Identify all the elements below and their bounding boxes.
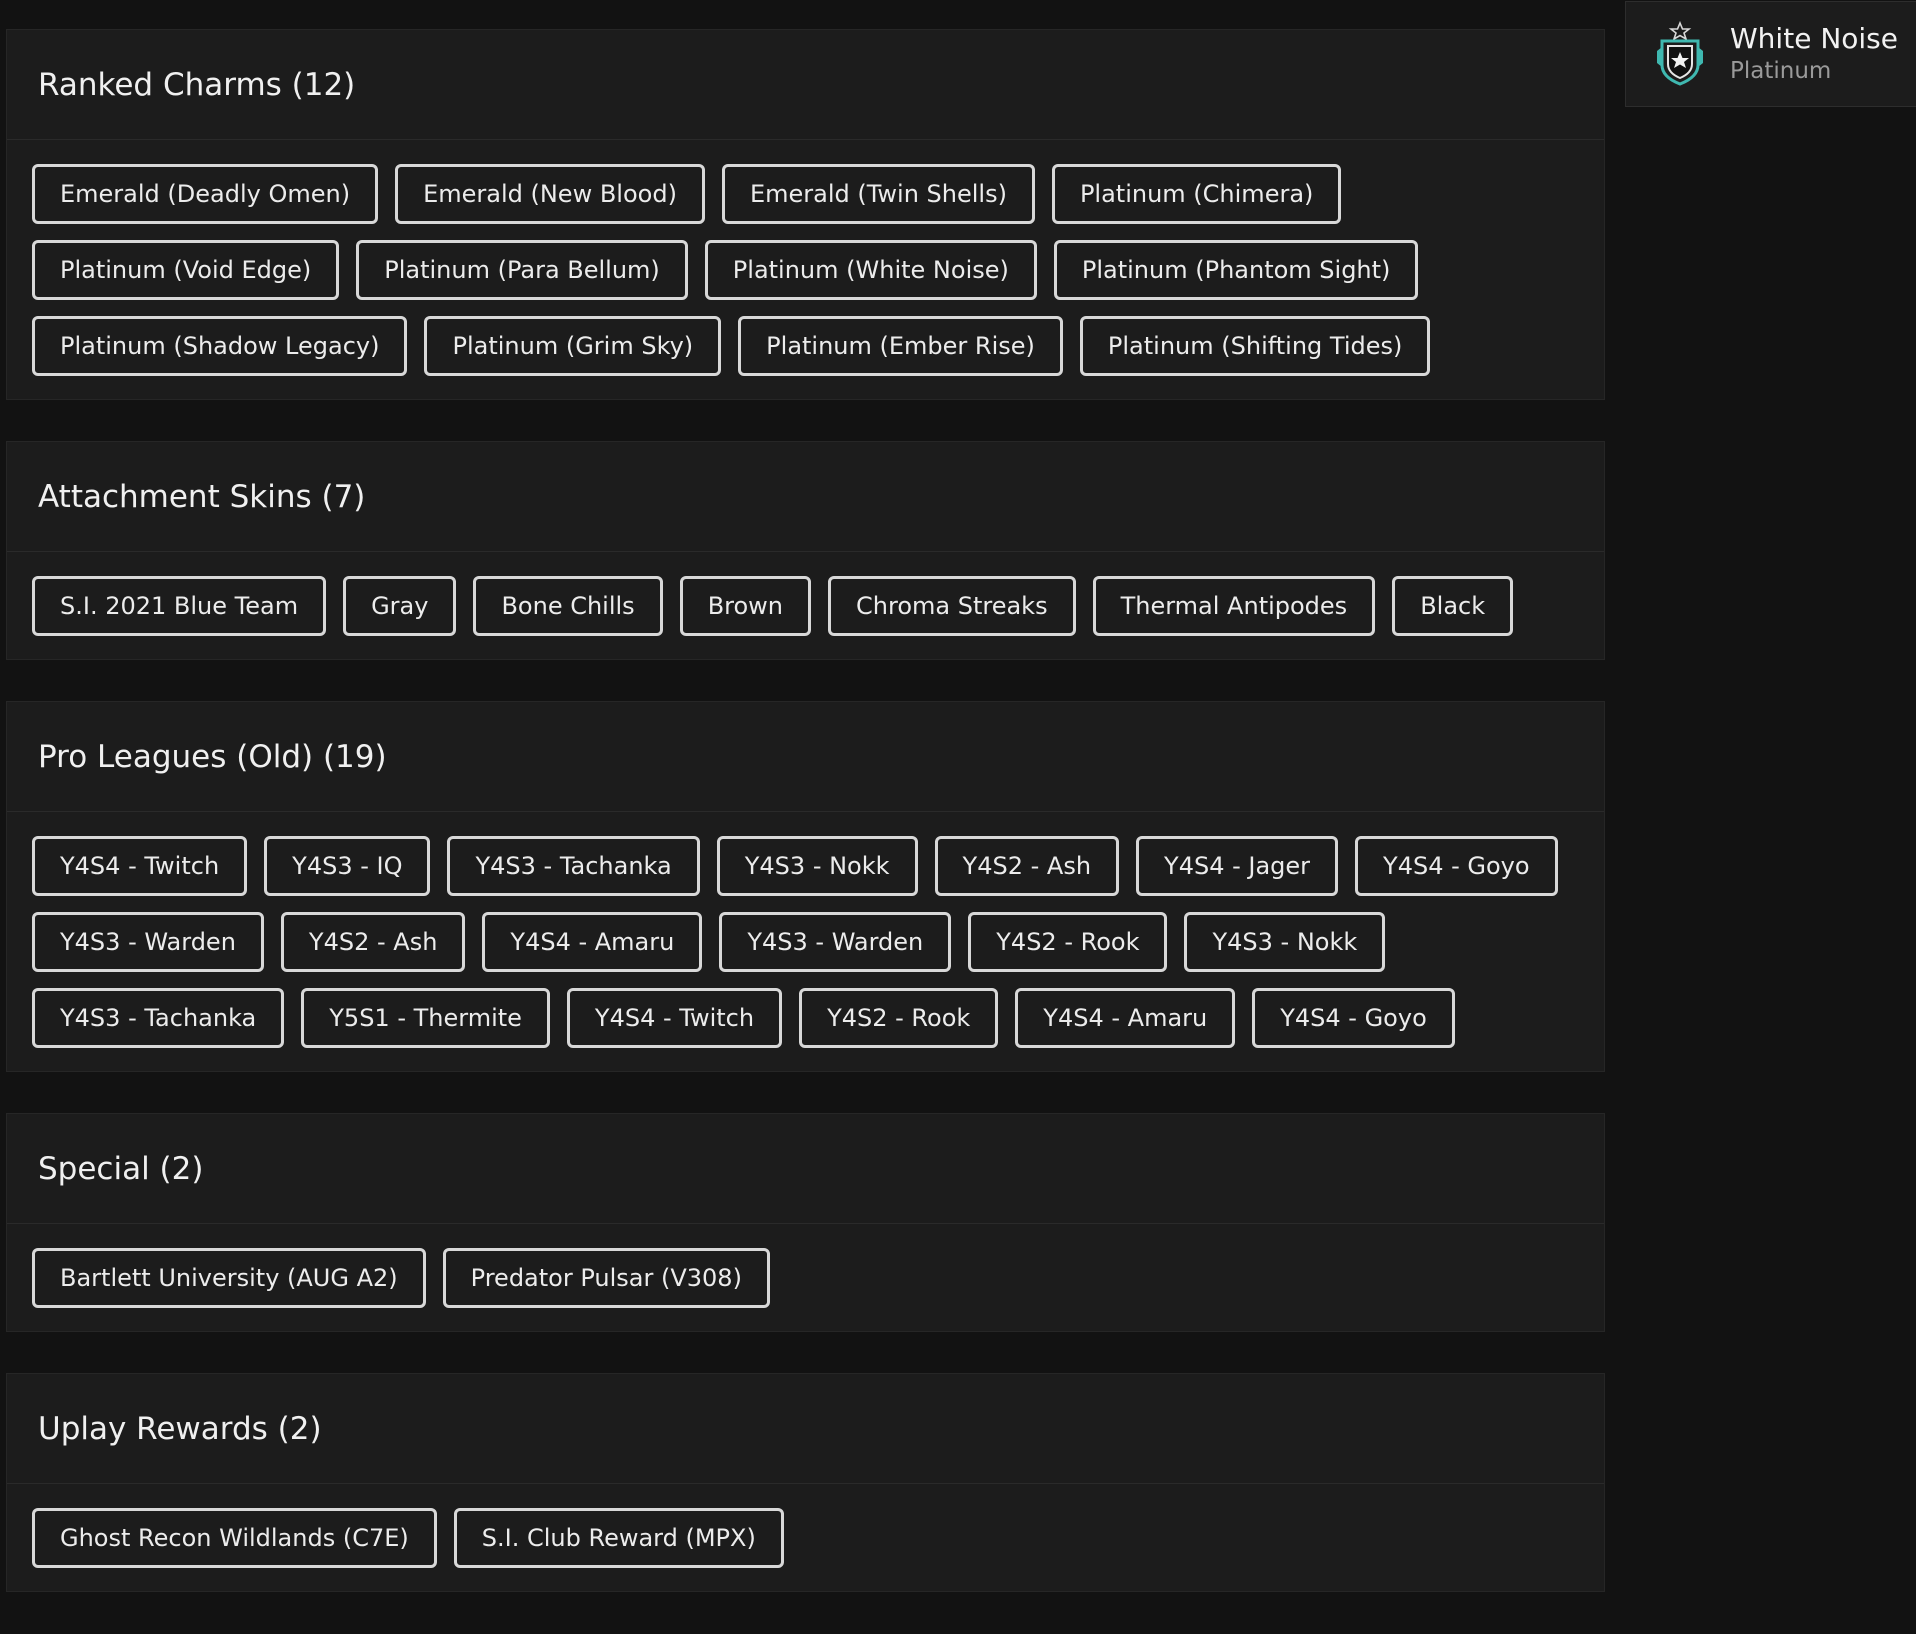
item-tag[interactable]: Y4S4 - Jager — [1136, 836, 1339, 896]
item-tag[interactable]: Emerald (New Blood) — [395, 164, 705, 224]
item-tag[interactable]: Y4S3 - Tachanka — [32, 988, 285, 1048]
item-tag[interactable]: Gray — [343, 576, 457, 636]
item-tag[interactable]: Brown — [679, 576, 812, 636]
charm-collection: Ranked Charms (12) Emerald (Deadly Omen) E… — [6, 29, 1605, 1633]
item-tag[interactable]: Platinum (Chimera) — [1051, 164, 1342, 224]
season-rank: Platinum — [1730, 58, 1832, 84]
item-tag[interactable]: Platinum (Shifting Tides) — [1079, 316, 1431, 376]
tag-list: Ghost Recon Wildlands (C7E) S.I. Club Rew… — [7, 1484, 1604, 1591]
item-tag[interactable]: Y4S2 - Rook — [968, 912, 1168, 972]
item-tag[interactable]: Emerald (Twin Shells) — [721, 164, 1035, 224]
section-ranked-charms: Ranked Charms (12) Emerald (Deadly Omen) E… — [6, 29, 1605, 400]
tag-list: Y4S4 - Twitch Y4S3 - IQ Y4S3 - Tachanka Y4S… — [7, 812, 1604, 1071]
item-tag[interactable]: Y4S4 - Goyo — [1252, 988, 1455, 1048]
item-tag[interactable]: Platinum (Ember Rise) — [738, 316, 1063, 376]
rank-badge-icon — [1657, 21, 1703, 86]
item-tag[interactable]: Chroma Streaks — [828, 576, 1076, 636]
item-tag[interactable]: Platinum (Void Edge) — [32, 240, 340, 300]
tag-list: Bartlett University (AUG A2) Predator Pul… — [7, 1224, 1604, 1331]
item-tag[interactable]: Y4S4 - Amaru — [1015, 988, 1236, 1048]
tag-list: S.I. 2021 Blue Team Gray Bone Chills Brown C… — [7, 552, 1604, 659]
item-tag[interactable]: Y4S3 - Tachanka — [447, 836, 700, 896]
item-tag[interactable]: Platinum (Para Bellum) — [356, 240, 688, 300]
item-tag[interactable]: Y4S4 - Goyo — [1355, 836, 1558, 896]
section-title: Ranked Charms (12) — [7, 30, 1604, 140]
item-tag[interactable]: Y4S3 - IQ — [264, 836, 431, 896]
item-tag[interactable]: Platinum (Shadow Legacy) — [32, 316, 408, 376]
section-title: Uplay Rewards (2) — [7, 1374, 1604, 1484]
season-name: White Noise — [1730, 22, 1898, 55]
item-tag[interactable]: Y4S3 - Nokk — [1184, 912, 1386, 972]
item-tag[interactable]: Platinum (Phantom Sight) — [1053, 240, 1419, 300]
item-tag[interactable]: S.I. 2021 Blue Team — [32, 576, 327, 636]
section-title: Pro Leagues (Old) (19) — [7, 702, 1604, 812]
tag-list: Emerald (Deadly Omen) Emerald (New Blood)… — [7, 140, 1604, 399]
section-attachment-skins: Attachment Skins (7) S.I. 2021 Blue Team G… — [6, 441, 1605, 660]
item-tag[interactable]: Predator Pulsar (V308) — [442, 1248, 770, 1308]
item-tag[interactable]: Y4S2 - Ash — [934, 836, 1120, 896]
item-tag[interactable]: Black — [1392, 576, 1514, 636]
item-tag[interactable]: Y4S2 - Rook — [799, 988, 999, 1048]
section-uplay-rewards: Uplay Rewards (2) Ghost Recon Wildlands (… — [6, 1373, 1605, 1592]
item-tag[interactable]: Y4S2 - Ash — [280, 912, 466, 972]
section-title: Attachment Skins (7) — [7, 442, 1604, 552]
item-tag[interactable]: Bone Chills — [473, 576, 663, 636]
section-pro-leagues-old: Pro Leagues (Old) (19) Y4S4 - Twitch Y4S3 … — [6, 701, 1605, 1072]
item-tag[interactable]: Thermal Antipodes — [1092, 576, 1376, 636]
item-tag[interactable]: Emerald (Deadly Omen) — [32, 164, 379, 224]
section-special: Special (2) Bartlett University (AUG A2) P… — [6, 1113, 1605, 1332]
item-tag[interactable]: Bartlett University (AUG A2) — [32, 1248, 426, 1308]
item-tag[interactable]: Y4S4 - Twitch — [566, 988, 783, 1048]
item-tag[interactable]: S.I. Club Reward (MPX) — [453, 1508, 784, 1568]
item-tag[interactable]: Platinum (Grim Sky) — [424, 316, 722, 376]
item-tag[interactable]: Y4S3 - Warden — [32, 912, 264, 972]
item-tag[interactable]: Y4S3 - Warden — [719, 912, 952, 972]
item-tag[interactable]: Y5S1 - Thermite — [301, 988, 550, 1048]
item-tag[interactable]: Y4S4 - Twitch — [32, 836, 248, 896]
item-tag[interactable]: Ghost Recon Wildlands (C7E) — [32, 1508, 437, 1568]
item-tag[interactable]: Y4S4 - Amaru — [482, 912, 703, 972]
item-tag[interactable]: Platinum (White Noise) — [704, 240, 1037, 300]
section-title: Special (2) — [7, 1114, 1604, 1224]
item-tag[interactable]: Y4S3 - Nokk — [716, 836, 918, 896]
season-card[interactable]: White Noise Platinum — [1625, 1, 1916, 107]
